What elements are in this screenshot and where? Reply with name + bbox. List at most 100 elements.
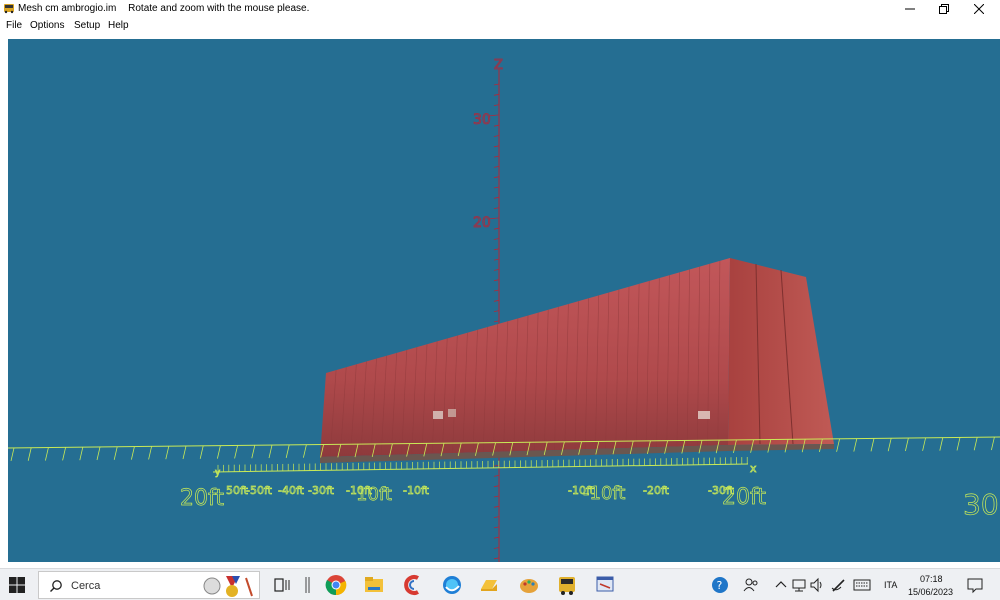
- grid-tick: [62, 447, 66, 461]
- z-tick: [493, 166, 500, 168]
- pen-icon[interactable]: [828, 574, 850, 596]
- volume-icon[interactable]: [806, 574, 828, 596]
- z-tick: [493, 475, 500, 477]
- close-icon: [974, 3, 984, 14]
- grid-tick: [113, 446, 118, 460]
- grid-tick: [96, 446, 101, 461]
- app-icon: [4, 4, 14, 14]
- z-tick: [493, 547, 500, 549]
- scene-canvas[interactable]: Z 30 20 x y 20ft 10ft -10ft 20ft 3050ft-…: [8, 39, 1000, 562]
- notifications-icon[interactable]: [964, 574, 986, 596]
- restore-button[interactable]: [927, 0, 961, 17]
- z-tick: [493, 299, 500, 302]
- menu-setup[interactable]: Setup: [74, 20, 100, 31]
- grid-tick: [217, 445, 221, 459]
- z-tick: [493, 289, 500, 292]
- z-tick: [493, 526, 500, 529]
- x-axis-label: x: [750, 462, 757, 475]
- z-tick: [493, 135, 500, 137]
- file-explorer-icon[interactable]: [363, 574, 385, 596]
- z-tick: [493, 536, 500, 539]
- grid-tick: [131, 446, 135, 460]
- z-tick: [493, 248, 500, 251]
- grid-label: -10ft: [568, 484, 595, 497]
- z-tick: [493, 124, 500, 127]
- menu-help[interactable]: Help: [108, 20, 129, 31]
- z-tick: [493, 196, 500, 199]
- application-window: Mesh cm ambrogio.im Rotate and zoom with…: [0, 0, 1000, 600]
- separator-icon: [305, 577, 310, 593]
- bus-app-icon[interactable]: [556, 574, 578, 596]
- people-icon[interactable]: [740, 574, 762, 596]
- z-tick: [493, 238, 500, 240]
- minimize-icon: [905, 8, 915, 9]
- z-axis: Z 30 20: [473, 58, 503, 562]
- grid-tick: [973, 437, 978, 451]
- z-tick: [493, 93, 500, 96]
- task-view-icon[interactable]: [271, 574, 293, 596]
- menu-options[interactable]: Options: [30, 20, 64, 31]
- container-mesh[interactable]: [320, 258, 834, 463]
- grid-tick: [165, 446, 170, 460]
- z-tick: [493, 207, 500, 209]
- paint-palette-icon[interactable]: [518, 574, 540, 596]
- grid-label: -30ft: [708, 484, 735, 497]
- z-tick: [493, 145, 500, 148]
- search-box[interactable]: Cerca: [38, 571, 260, 599]
- z-axis-label: Z: [494, 58, 503, 73]
- grid-label: -40ft: [278, 484, 305, 497]
- z-tick-label: 30: [473, 112, 491, 128]
- clock-time[interactable]: 07:18: [920, 574, 943, 584]
- search-icon: [50, 580, 62, 592]
- z-tick: [493, 557, 500, 560]
- grid-tick: [10, 447, 15, 462]
- grid-tick: [836, 438, 840, 452]
- grid-tick: [199, 445, 204, 459]
- restore-icon: [939, 3, 949, 14]
- grid-tick: [268, 444, 273, 459]
- help-icon[interactable]: ?: [709, 574, 731, 596]
- menu-bar: File Options Setup Help: [0, 17, 1000, 34]
- search-highlight-icon[interactable]: [202, 574, 258, 598]
- onedrive-folder-icon[interactable]: [478, 574, 500, 596]
- close-button[interactable]: [962, 0, 996, 17]
- keyboard-icon[interactable]: [851, 574, 873, 596]
- z-tick: [493, 464, 500, 467]
- 3d-viewport[interactable]: Z 30 20 x y 20ft 10ft -10ft 20ft 30 50ft…: [8, 39, 1000, 562]
- clock-date[interactable]: 15/06/2023: [908, 587, 953, 597]
- z-tick-label: 20: [473, 215, 491, 231]
- grid-tick: [939, 437, 944, 451]
- grid-label: -10ft: [403, 484, 430, 497]
- z-tick: [493, 83, 500, 86]
- grid-tick: [887, 438, 892, 452]
- grid-label: 20ft: [180, 486, 224, 511]
- grid-tick: [79, 447, 84, 461]
- z-tick: [493, 227, 500, 230]
- grid-tick: [27, 447, 32, 461]
- windows-start-icon[interactable]: [8, 576, 26, 594]
- grid-tick: [251, 445, 256, 459]
- grid-tick: [922, 437, 926, 451]
- z-tick: [493, 495, 500, 498]
- chrome-icon[interactable]: [325, 574, 347, 596]
- z-tick: [493, 269, 500, 271]
- language-indicator[interactable]: ITA: [884, 580, 897, 590]
- z-tick: [493, 505, 500, 508]
- z-tick: [493, 258, 500, 261]
- menu-file[interactable]: File: [6, 20, 22, 31]
- z-tick: [493, 310, 500, 312]
- grid-tick: [853, 438, 858, 452]
- minimize-button[interactable]: [893, 0, 927, 17]
- grid-tick: [148, 446, 152, 460]
- taskbar: Cerca ? ITA 07:18 15/06/2023: [0, 568, 1000, 600]
- grid-tick: [45, 447, 49, 461]
- z-tick: [493, 279, 500, 282]
- grid-label: -20ft: [643, 484, 670, 497]
- grid-tick: [234, 445, 238, 459]
- creative-cloud-icon[interactable]: [403, 574, 425, 596]
- edge-browser-icon[interactable]: [441, 574, 463, 596]
- app-window-icon[interactable]: [594, 574, 616, 596]
- grid-tick: [956, 437, 961, 451]
- window-title: Mesh cm ambrogio.im: [18, 3, 117, 14]
- grid-tick: [303, 444, 307, 458]
